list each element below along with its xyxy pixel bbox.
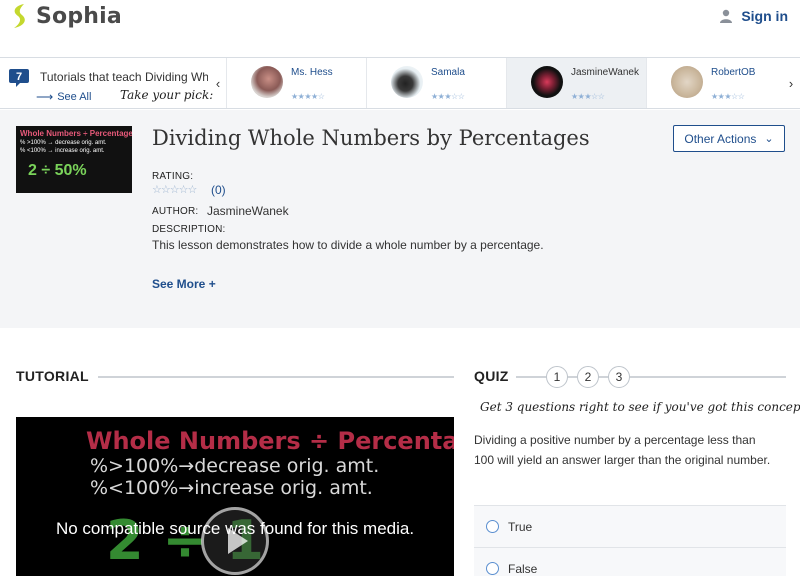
user-icon: [720, 9, 733, 23]
option-label: False: [508, 561, 538, 576]
thumbnail-line: % <100% → increase orig. amt.: [20, 148, 105, 154]
sign-in-label: Sign in: [741, 8, 788, 24]
quiz-option-true[interactable]: True: [474, 505, 786, 547]
site-header: Sophia Sign in: [0, 0, 800, 56]
tutor-avatar: [671, 66, 703, 98]
carousel-prev-button[interactable]: ‹: [209, 58, 227, 108]
tutor-rating-stars: ★★★☆☆: [571, 92, 605, 101]
quiz-question-1[interactable]: 1: [546, 366, 568, 388]
tutor-name: Samala: [431, 67, 465, 78]
tutorial-count-badge: 7: [8, 68, 30, 88]
tutor-rating-stars: ★★★☆☆: [431, 92, 465, 101]
quiz-heading: QUIZ: [474, 368, 509, 384]
sign-in-link[interactable]: Sign in: [719, 8, 788, 24]
carousel-next-button[interactable]: ›: [782, 58, 800, 108]
see-all-link[interactable]: ⟶ See All: [36, 90, 91, 104]
tutorials-teach-text: Tutorials that teach Dividing Whole Numb…: [40, 70, 208, 84]
video-player[interactable]: Whole Numbers ÷ Percentages %>100%→decre…: [16, 417, 454, 576]
tutor-card-selected[interactable]: JasmineWanek ★★★☆☆: [506, 58, 646, 108]
rating-stars[interactable]: ☆☆☆☆☆: [152, 183, 197, 196]
description-label: DESCRIPTION:: [152, 224, 226, 235]
take-your-pick-text: Take your pick:: [120, 88, 214, 102]
tutorials-carousel: 7 Tutorials that teach Dividing Whole Nu…: [0, 57, 800, 109]
chevron-down-icon: ⌄: [764, 133, 774, 145]
radio-button[interactable]: [486, 562, 499, 575]
quiz-question-2[interactable]: 2: [577, 366, 599, 388]
author-name: JasmineWanek: [207, 204, 289, 218]
quiz-question-text: Dividing a positive number by a percenta…: [474, 433, 771, 467]
lesson-title: Dividing Whole Numbers by Percentages: [152, 126, 590, 150]
thumbnail-equation: 2 ÷ 50%: [28, 162, 87, 179]
option-label: True: [508, 519, 533, 534]
tutor-avatar: [531, 66, 563, 98]
tutor-name: Ms. Hess: [291, 67, 333, 78]
tutorials-summary: 7 Tutorials that teach Dividing Whole Nu…: [0, 58, 214, 108]
radio-button[interactable]: [486, 520, 499, 533]
thumbnail-line: % >100% → decrease orig. amt.: [20, 140, 107, 146]
other-actions-button[interactable]: Other Actions ⌄: [673, 125, 785, 152]
rating-count[interactable]: (0): [211, 183, 226, 197]
tutor-avatar: [251, 66, 283, 98]
tutorial-divider: [98, 376, 454, 378]
video-slide-line: %>100%→decrease orig. amt.: [90, 455, 380, 477]
author-label: AUTHOR:: [152, 206, 199, 217]
tutor-name: RobertOB: [711, 67, 756, 78]
tutor-rating-stars: ★★★★☆: [291, 92, 325, 101]
see-all-label: See All: [57, 91, 92, 103]
thumbnail-title: Whole Numbers ÷ Percentages: [20, 129, 132, 138]
quiz-question-3[interactable]: 3: [608, 366, 630, 388]
tutor-name: JasmineWanek: [571, 67, 639, 78]
see-more-link[interactable]: See More +: [152, 277, 216, 291]
video-error-message: No compatible source was found for this …: [55, 519, 415, 538]
tutor-rating-stars: ★★★☆☆: [711, 92, 745, 101]
quiz-hint: Get 3 questions right to see if you've g…: [480, 400, 800, 414]
tutor-card[interactable]: RobertOB ★★★☆☆: [646, 58, 782, 108]
tutorial-count: 7: [15, 71, 23, 83]
description-text: This lesson demonstrates how to divide a…: [152, 238, 544, 252]
chevron-right-icon: ›: [788, 75, 794, 91]
lesson-thumbnail[interactable]: Whole Numbers ÷ Percentages % >100% → de…: [16, 126, 132, 193]
video-slide-line: %<100%→increase orig. amt.: [90, 477, 373, 499]
tutor-avatar: [391, 66, 423, 98]
arrow-right-icon: ⟶: [36, 90, 54, 104]
video-slide-title: Whole Numbers ÷ Percentages: [86, 427, 454, 455]
rating-label: RATING:: [152, 171, 194, 182]
tutor-card[interactable]: Ms. Hess ★★★★☆: [226, 58, 366, 108]
sophia-logo-icon: [14, 4, 25, 28]
tutorial-heading: TUTORIAL: [16, 368, 89, 384]
other-actions-label: Other Actions: [684, 131, 757, 146]
chevron-left-icon: ‹: [215, 75, 221, 91]
tutor-card[interactable]: Samala ★★★☆☆: [366, 58, 506, 108]
quiz-option-false[interactable]: False: [474, 547, 786, 576]
brand-name: Sophia: [36, 3, 122, 29]
sophia-logo[interactable]: Sophia: [10, 2, 122, 30]
lesson-info: Whole Numbers ÷ Percentages % >100% → de…: [0, 110, 800, 328]
